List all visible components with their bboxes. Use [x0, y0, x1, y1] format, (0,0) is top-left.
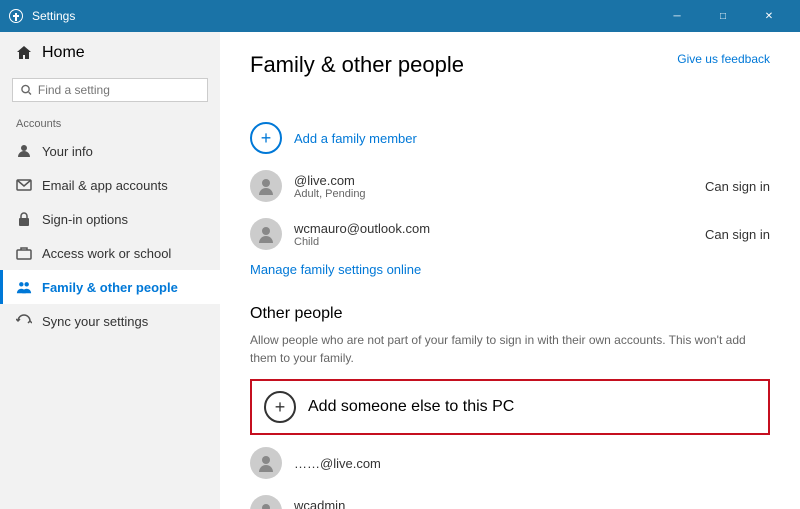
home-icon — [16, 45, 32, 61]
add-family-plus-icon: + — [250, 122, 282, 154]
content-area: Family & other people Give us feedback +… — [220, 32, 800, 509]
your-info-label: Your info — [42, 144, 93, 159]
family-label: Family & other people — [42, 280, 178, 295]
window-title: Settings — [32, 9, 654, 23]
family-member-row-1: wcmauro@outlook.com Child Can sign in — [250, 210, 770, 258]
other-member-info-1: wcadmin Local account — [294, 498, 770, 509]
other-avatar-0 — [250, 447, 282, 479]
window-controls: ─ □ ✕ — [654, 0, 792, 32]
app-container: Home Accounts Your info — [0, 32, 800, 509]
home-label: Home — [42, 44, 85, 62]
other-member-email-1: wcadmin — [294, 498, 770, 509]
search-box[interactable] — [12, 78, 208, 102]
sign-in-label: Sign-in options — [42, 212, 128, 227]
other-person-row-0: ……@live.com — [250, 439, 770, 487]
person-icon — [16, 143, 32, 159]
other-people-title: Other people — [250, 305, 770, 323]
other-member-email-0: ……@live.com — [294, 456, 770, 471]
close-button[interactable]: ✕ — [746, 0, 792, 32]
member-status-0: Can sign in — [705, 179, 770, 194]
sync-label: Sync your settings — [42, 314, 148, 329]
member-info-0: @live.com Adult, Pending — [294, 173, 693, 200]
search-input[interactable] — [38, 83, 199, 97]
home-nav-item[interactable]: Home — [0, 32, 220, 74]
other-member-info-0: ……@live.com — [294, 456, 770, 471]
sync-icon — [16, 313, 32, 329]
title-bar: Settings ─ □ ✕ — [0, 0, 800, 32]
sidebar-item-your-info[interactable]: Your info — [0, 134, 220, 168]
sidebar: Home Accounts Your info — [0, 32, 220, 509]
add-someone-label: Add someone else to this PC — [308, 398, 514, 416]
work-school-label: Access work or school — [42, 246, 171, 261]
add-someone-plus-icon: + — [264, 391, 296, 423]
lock-icon — [16, 211, 32, 227]
member-email-0: @live.com — [294, 173, 693, 188]
other-avatar-1 — [250, 495, 282, 509]
member-email-1: wcmauro@outlook.com — [294, 221, 693, 236]
search-icon — [21, 84, 32, 96]
maximize-button[interactable]: □ — [700, 0, 746, 32]
member-role-1: Child — [294, 236, 693, 248]
sidebar-item-sync[interactable]: Sync your settings — [0, 304, 220, 338]
give-feedback-link[interactable]: Give us feedback — [677, 52, 770, 66]
member-status-1: Can sign in — [705, 227, 770, 242]
family-member-row-0: @live.com Adult, Pending Can sign in — [250, 162, 770, 210]
other-people-desc: Allow people who are not part of your fa… — [250, 331, 770, 367]
briefcase-icon — [16, 245, 32, 261]
member-role-0: Adult, Pending — [294, 188, 693, 200]
manage-family-link[interactable]: Manage family settings online — [250, 258, 421, 289]
email-app-label: Email & app accounts — [42, 178, 168, 193]
add-someone-box[interactable]: + Add someone else to this PC — [250, 379, 770, 435]
sidebar-item-work-school[interactable]: Access work or school — [0, 236, 220, 270]
app-icon — [8, 8, 24, 24]
page-title: Family & other people — [250, 52, 464, 78]
minimize-button[interactable]: ─ — [654, 0, 700, 32]
family-section: + Add a family member @live.com Adult, P… — [250, 114, 770, 289]
family-icon — [16, 279, 32, 295]
avatar-0 — [250, 170, 282, 202]
sidebar-item-sign-in[interactable]: Sign-in options — [0, 202, 220, 236]
member-info-1: wcmauro@outlook.com Child — [294, 221, 693, 248]
other-people-section: Other people Allow people who are not pa… — [250, 305, 770, 509]
email-icon — [16, 177, 32, 193]
sidebar-item-email-app[interactable]: Email & app accounts — [0, 168, 220, 202]
other-person-row-1: wcadmin Local account — [250, 487, 770, 509]
add-family-member-row[interactable]: + Add a family member — [250, 114, 770, 162]
sidebar-section-accounts: Accounts — [0, 110, 220, 134]
avatar-1 — [250, 218, 282, 250]
add-family-member-label: Add a family member — [294, 131, 417, 146]
sidebar-item-family[interactable]: Family & other people — [0, 270, 220, 304]
